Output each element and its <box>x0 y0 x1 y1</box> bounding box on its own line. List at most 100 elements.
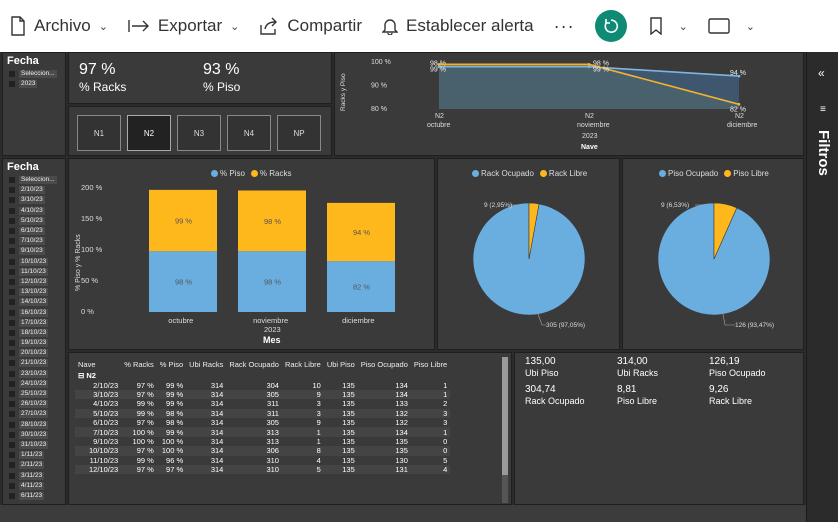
set-alert-button[interactable]: Establecer alerta <box>382 16 534 36</box>
export-menu[interactable]: Exportar ⌄ <box>128 16 239 36</box>
slicer-item[interactable]: 9/10/23 <box>9 246 57 256</box>
checkbox-icon[interactable] <box>9 197 15 204</box>
slicer-item[interactable]: 6/11/23 <box>9 491 57 501</box>
slicer-item[interactable]: 18/10/23 <box>9 328 57 338</box>
checkbox-icon[interactable] <box>9 299 15 306</box>
checkbox-icon[interactable] <box>9 360 15 367</box>
checkbox-icon[interactable] <box>9 207 15 214</box>
table-group-row[interactable]: ⊟ N2 <box>75 371 450 380</box>
checkbox-icon[interactable] <box>9 340 15 347</box>
column-header[interactable]: Rack Libre <box>282 357 324 371</box>
checkbox-icon[interactable] <box>9 228 15 235</box>
slicer-item[interactable]: 17/10/23 <box>9 318 57 328</box>
bookmark-menu[interactable]: ⌄ <box>649 17 688 35</box>
filters-pane[interactable]: « ≡ Filtros <box>806 52 838 522</box>
table-row[interactable]: 2/10/23 97 % 99 % 314 304 10 135 134 1 <box>75 380 450 390</box>
checkbox-icon[interactable] <box>9 187 15 194</box>
slicer-item[interactable]: 10/10/23 <box>9 257 57 267</box>
checkbox-icon[interactable] <box>9 278 15 285</box>
column-header[interactable]: Ubi Racks <box>186 357 226 371</box>
slicer-item[interactable]: 12/10/23 <box>9 277 57 287</box>
checkbox-icon[interactable] <box>9 462 15 469</box>
nave-button-n3[interactable]: N3 <box>177 115 221 151</box>
slicer-item[interactable]: 31/10/23 <box>9 440 57 450</box>
column-header[interactable]: % Piso <box>157 357 186 371</box>
table-row[interactable]: 3/10/23 97 % 99 % 314 305 9 135 134 1 <box>75 389 451 400</box>
slicer-item[interactable]: 4/11/23 <box>9 481 57 491</box>
slicer-item[interactable]: Seleccion... <box>9 69 57 79</box>
scrollbar-thumb[interactable] <box>502 357 508 475</box>
slicer-item[interactable]: 3/10/23 <box>9 195 57 205</box>
checkbox-icon[interactable] <box>9 452 15 459</box>
share-button[interactable]: Compartir <box>259 16 362 36</box>
slicer-item[interactable]: 3/11/23 <box>9 470 57 480</box>
table-row[interactable]: 10/10/23 97 % 100 % 314 306 8 135 135 0 <box>75 446 451 456</box>
checkbox-icon[interactable] <box>9 411 15 418</box>
column-header[interactable]: Nave <box>75 357 121 371</box>
nave-button-n4[interactable]: N4 <box>227 115 271 151</box>
table-row[interactable]: 7/10/23 100 % 99 % 314 313 1 135 134 1 <box>75 427 451 437</box>
slicer-item[interactable]: 13/10/23 <box>9 287 57 297</box>
checkbox-icon[interactable] <box>9 482 15 489</box>
slicer-item[interactable]: 27/10/23 <box>9 409 57 419</box>
slicer-item[interactable]: 28/10/23 <box>9 420 57 430</box>
checkbox-icon[interactable] <box>9 248 15 255</box>
checkbox-icon[interactable] <box>9 370 15 377</box>
checkbox-icon[interactable] <box>9 309 15 316</box>
table-row[interactable]: 6/10/23 97 % 98 % 314 305 9 135 132 3 <box>75 418 450 427</box>
slicer-item[interactable]: 30/10/23 <box>9 430 57 440</box>
slicer-item[interactable]: 26/10/23 <box>9 399 57 409</box>
checkbox-icon[interactable] <box>9 431 15 438</box>
checkbox-icon[interactable] <box>9 289 15 296</box>
checkbox-icon[interactable] <box>9 81 15 88</box>
column-header[interactable]: Piso Ocupado <box>358 357 411 371</box>
slicer-item[interactable]: 23/10/23 <box>9 369 57 379</box>
checkbox-icon[interactable] <box>9 350 15 357</box>
slicer-item[interactable]: 1/11/23 <box>9 450 57 460</box>
slicer-item[interactable]: 4/10/23 <box>9 206 57 216</box>
column-header[interactable]: Rack Ocupado <box>226 357 282 371</box>
column-header[interactable]: % Racks <box>121 357 157 371</box>
column-header[interactable]: Ubi Piso <box>324 357 358 371</box>
checkbox-icon[interactable] <box>9 492 15 499</box>
checkbox-icon[interactable] <box>9 421 15 428</box>
nave-button-np[interactable]: NP <box>277 115 321 151</box>
checkbox-icon[interactable] <box>9 472 15 479</box>
table-row[interactable]: 4/10/23 99 % 99 % 314 311 3 135 133 2 <box>75 399 450 408</box>
file-menu[interactable]: Archivo ⌄ <box>10 16 108 36</box>
column-header[interactable]: Piso Libre <box>411 357 450 371</box>
checkbox-icon[interactable] <box>9 258 15 265</box>
checkbox-icon[interactable] <box>9 217 15 224</box>
more-options-button[interactable]: ··· <box>554 16 575 37</box>
slicer-item[interactable]: 19/10/23 <box>9 338 57 348</box>
slicer-item[interactable]: 20/10/23 <box>9 348 57 358</box>
table-scrollbar[interactable] <box>502 357 508 503</box>
view-menu[interactable]: ⌄ <box>708 18 755 34</box>
slicer-item[interactable]: 11/10/23 <box>9 267 57 277</box>
checkbox-icon[interactable] <box>9 380 15 387</box>
slicer-item[interactable]: 6/10/23 <box>9 226 57 236</box>
slicer-item[interactable]: 21/10/23 <box>9 358 57 368</box>
slicer-item[interactable]: Seleccion... <box>9 175 57 185</box>
nave-button-n2[interactable]: N2 <box>127 115 171 151</box>
checkbox-icon[interactable] <box>9 268 15 275</box>
slicer-item[interactable]: 7/10/23 <box>9 236 57 246</box>
slicer-item[interactable]: 16/10/23 <box>9 307 57 317</box>
slicer-item[interactable]: 14/10/23 <box>9 297 57 307</box>
checkbox-icon[interactable] <box>9 329 15 336</box>
checkbox-icon[interactable] <box>9 71 15 78</box>
checkbox-icon[interactable] <box>9 441 15 448</box>
checkbox-icon[interactable] <box>9 391 15 398</box>
slicer-item[interactable]: 2023 <box>9 79 57 89</box>
slicer-item[interactable]: 5/10/23 <box>9 216 57 226</box>
checkbox-icon[interactable] <box>9 319 15 326</box>
slicer-item[interactable]: 24/10/23 <box>9 379 57 389</box>
table-row[interactable]: 11/10/23 99 % 96 % 314 310 4 135 130 5 <box>75 456 450 465</box>
collapse-chevron-icon[interactable]: « <box>818 66 825 80</box>
refresh-button[interactable] <box>594 10 627 42</box>
checkbox-icon[interactable] <box>9 238 15 245</box>
nave-button-n1[interactable]: N1 <box>77 115 121 151</box>
slicer-item[interactable]: 25/10/23 <box>9 389 57 399</box>
checkbox-icon[interactable] <box>9 177 15 184</box>
checkbox-icon[interactable] <box>9 401 15 408</box>
